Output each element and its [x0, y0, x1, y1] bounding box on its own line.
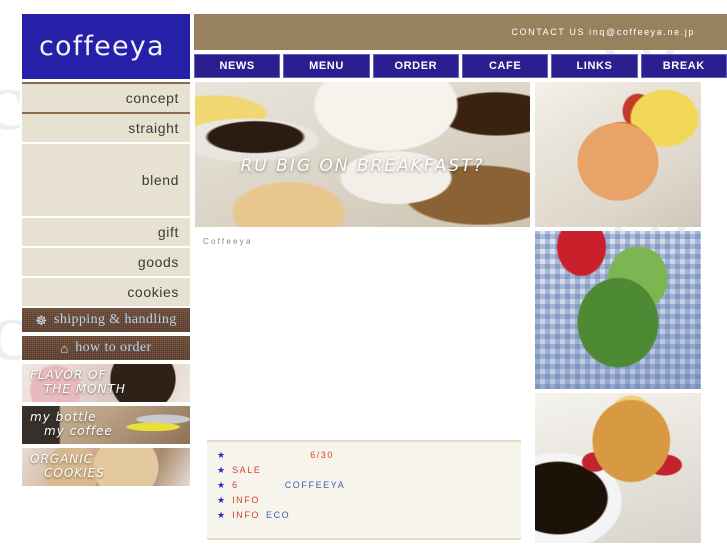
news-box: ★ 6/30 ★ SALE ★ 6 COFFEEYA ★ INFO ★ INFO ECO: [207, 440, 521, 540]
news-item[interactable]: ★ SALE: [217, 465, 511, 475]
sidebar-button-shipping-handling[interactable]: ☸ shipping & handling: [22, 306, 190, 334]
banner-line-2: my coffee: [44, 424, 113, 438]
news-primary-text: INFO: [232, 495, 260, 505]
sidebar-banner-flavor-of-the-month[interactable]: FLAVOR OF THE MONTH: [22, 362, 190, 404]
site-logo[interactable]: coffeeya: [22, 14, 190, 79]
news-primary-text: 6: [232, 480, 239, 490]
sidebar-button-label: shipping & handling: [53, 312, 177, 327]
news-item[interactable]: ★ 6 COFFEEYA: [217, 480, 511, 490]
salad-photo[interactable]: [535, 231, 701, 389]
sidebar-button-label: how to order: [75, 340, 152, 355]
hotdog-photo[interactable]: [535, 82, 701, 227]
news-secondary-text: ECO: [265, 510, 291, 520]
nav-item-links[interactable]: LINKS: [551, 54, 638, 78]
sidebar-item-concept[interactable]: concept: [22, 84, 190, 112]
sidebar-item-goods[interactable]: goods: [22, 248, 190, 276]
bicycle-icon: ☸: [35, 312, 47, 328]
sidebar-banner-text: my bottle my coffee: [30, 410, 113, 439]
star-bullet-icon: ★: [217, 495, 226, 505]
sidebar-item-cookies[interactable]: cookies: [22, 278, 190, 306]
sidebar-button-how-to-order[interactable]: ⌂ how to order: [22, 334, 190, 362]
banner-line-1: FLAVOR OF: [30, 368, 107, 383]
main-navigation: NEWS MENU ORDER CAFE LINKS BREAK: [194, 54, 727, 78]
banner-line-2: THE MONTH: [44, 382, 126, 396]
hero-image[interactable]: RU BIG ON BREAKFAST?: [195, 82, 530, 227]
pancakes-photo[interactable]: [535, 393, 701, 543]
contact-email-text[interactable]: CONTACT US inq@coffeeya.ne.jp: [511, 27, 727, 37]
nav-item-order[interactable]: ORDER: [372, 54, 459, 78]
news-item[interactable]: ★ 6/30: [217, 450, 511, 460]
contact-bar: CONTACT US inq@coffeeya.ne.jp: [194, 14, 727, 50]
news-item[interactable]: ★ INFO ECO: [217, 510, 511, 520]
sidebar-banner-organic-cookies[interactable]: ORGANIC COOKIES: [22, 446, 190, 488]
banner-line-1: my bottle: [30, 410, 97, 425]
nav-item-cafe[interactable]: CAFE: [461, 54, 549, 78]
sidebar-item-gift[interactable]: gift: [22, 218, 190, 246]
nav-item-news[interactable]: NEWS: [194, 54, 281, 78]
news-primary-text: INFO: [232, 510, 260, 520]
sidebar-banner-text: ORGANIC COOKIES: [30, 452, 105, 481]
nav-item-menu[interactable]: MENU: [283, 54, 370, 78]
news-primary-text: SALE: [232, 465, 262, 475]
news-secondary-text: COFFEEYA: [284, 480, 346, 490]
sidebar-banner-my-bottle-my-coffee[interactable]: my bottle my coffee: [22, 404, 190, 446]
sidebar: concept straight blend gift goods cookies ☸ shi…: [22, 82, 190, 488]
star-bullet-icon: ★: [217, 450, 226, 460]
nav-item-break[interactable]: BREAK: [640, 54, 727, 78]
hero-overlay-text: RU BIG ON BREAKFAST?: [240, 156, 485, 177]
star-bullet-icon: ★: [217, 465, 226, 475]
news-item[interactable]: ★ INFO: [217, 495, 511, 505]
content-heading: Coffeeya: [203, 237, 253, 246]
sidebar-item-blend[interactable]: blend: [22, 144, 190, 216]
shopping-bag-icon: ⌂: [60, 340, 69, 356]
star-bullet-icon: ★: [217, 480, 226, 490]
banner-line-2: COOKIES: [44, 466, 105, 480]
sidebar-banner-text: FLAVOR OF THE MONTH: [30, 368, 126, 397]
news-primary-text: 6/30: [310, 450, 334, 460]
sidebar-item-straight[interactable]: straight: [22, 114, 190, 142]
banner-line-1: ORGANIC: [30, 452, 94, 467]
star-bullet-icon: ★: [217, 510, 226, 520]
site-logo-text: coffeeya: [39, 31, 165, 62]
